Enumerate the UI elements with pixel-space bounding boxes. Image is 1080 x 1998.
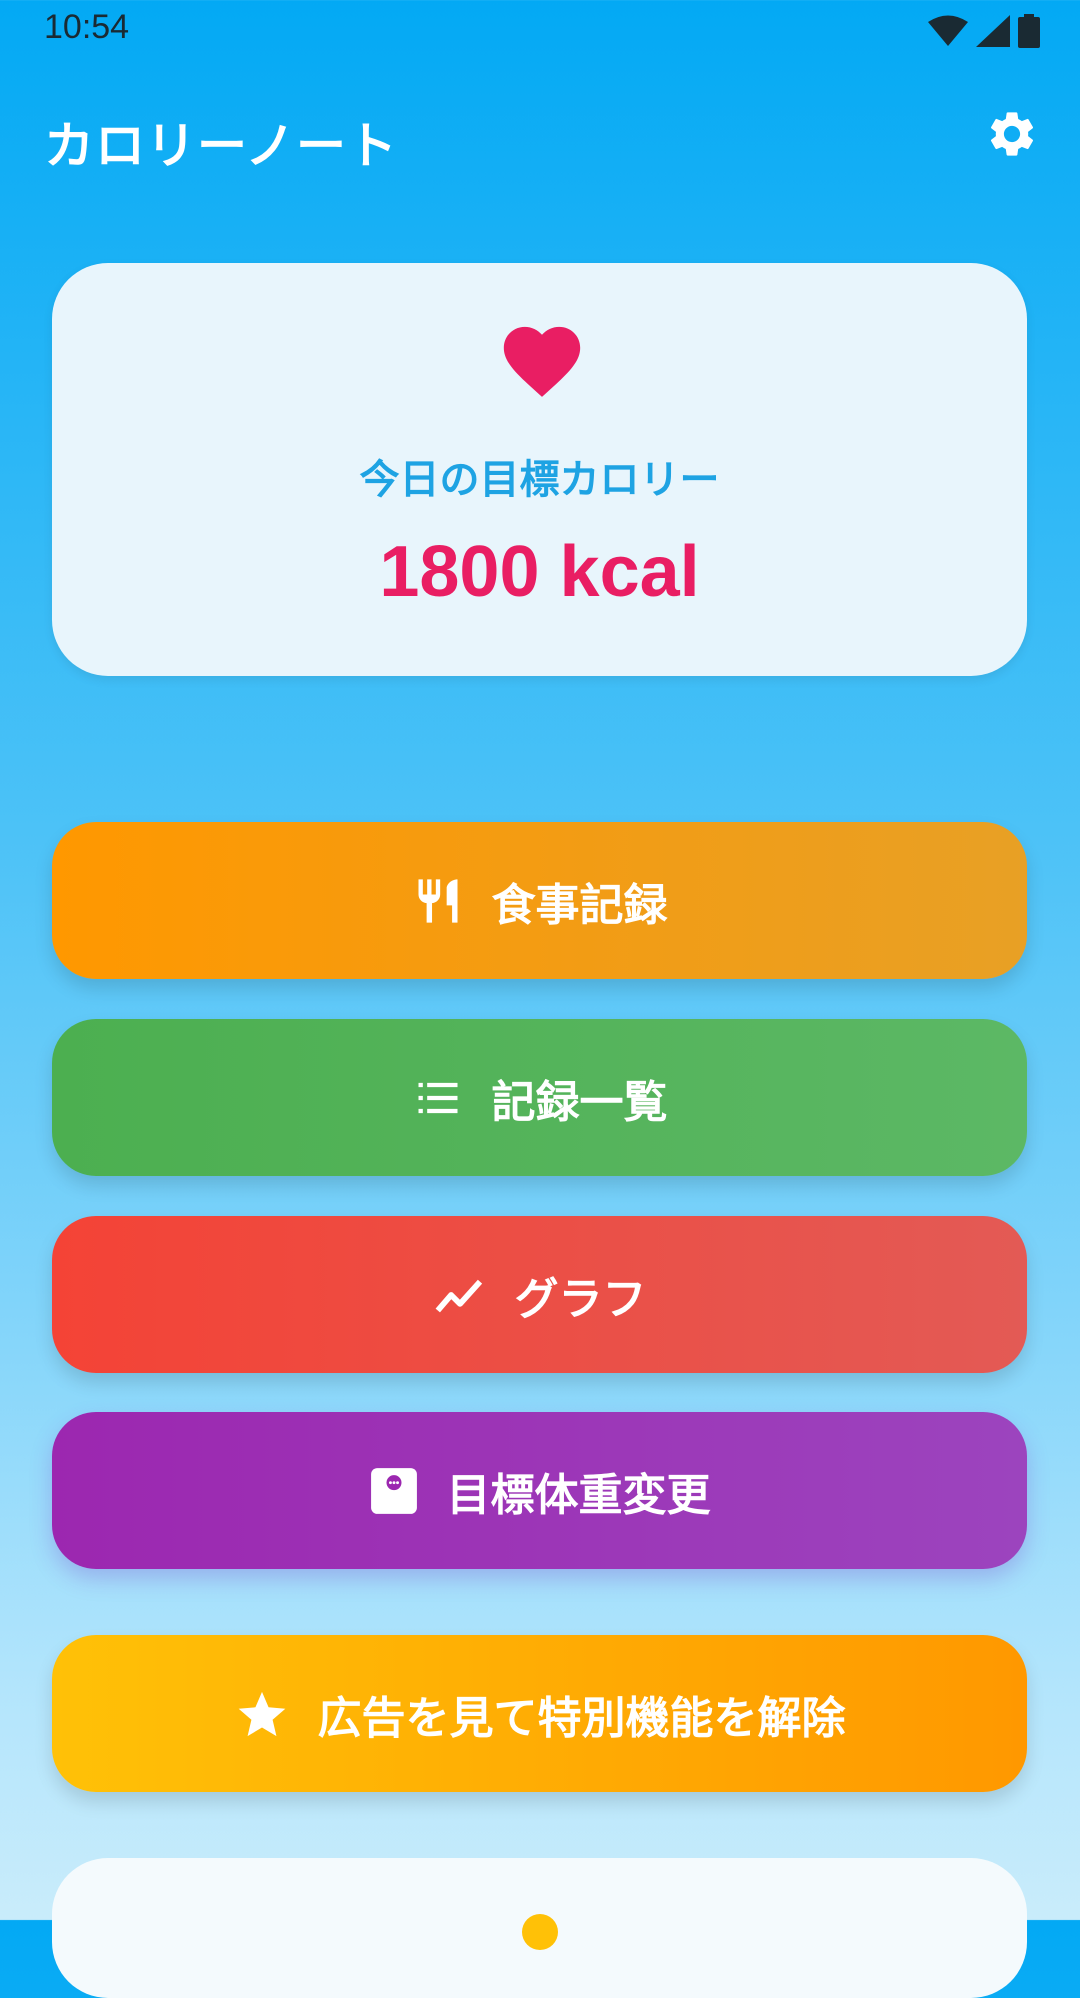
goal-calorie-card: 今日の目標カロリー 1800 kcal [52,263,1027,676]
target-weight-label: 目標体重変更 [446,1469,711,1521]
app-bar: カロリーノート [0,62,1080,212]
scale-icon [369,1466,419,1516]
bottom-card-icon [522,1914,558,1950]
wifi-icon [928,15,968,51]
graph-label: グラフ [514,1273,647,1325]
unlock-features-ad-label: 広告を見て特別機能を解除 [317,1692,846,1744]
goal-calorie-label: 今日の目標カロリー [359,457,720,503]
status-time: 10:54 [44,8,130,46]
status-bar: 10:54 [0,0,1080,62]
settings-button[interactable] [978,102,1046,170]
meal-record-label: 食事記録 [491,879,668,931]
goal-calorie-value: 1800 kcal [379,532,700,612]
graph-button[interactable]: グラフ [52,1216,1027,1373]
target-weight-button[interactable]: 目標体重変更 [52,1412,1027,1569]
record-list-button[interactable]: 記録一覧 [52,1019,1027,1176]
battery-icon [1018,14,1040,52]
bottom-card [52,1858,1027,1998]
fork-knife-icon [412,873,464,929]
gear-icon [985,107,1039,165]
star-icon [234,1687,290,1741]
record-list-label: 記録一覧 [491,1076,668,1128]
meal-record-button[interactable]: 食事記録 [52,822,1027,979]
trending-up-icon [433,1275,487,1315]
cellular-signal-icon [976,15,1010,51]
app-title: カロリーノート [44,117,398,175]
status-icons [928,14,1040,52]
unlock-features-ad-button[interactable]: 広告を見て特別機能を解除 [52,1635,1027,1792]
list-icon [412,1076,464,1120]
heart-icon [496,323,588,407]
